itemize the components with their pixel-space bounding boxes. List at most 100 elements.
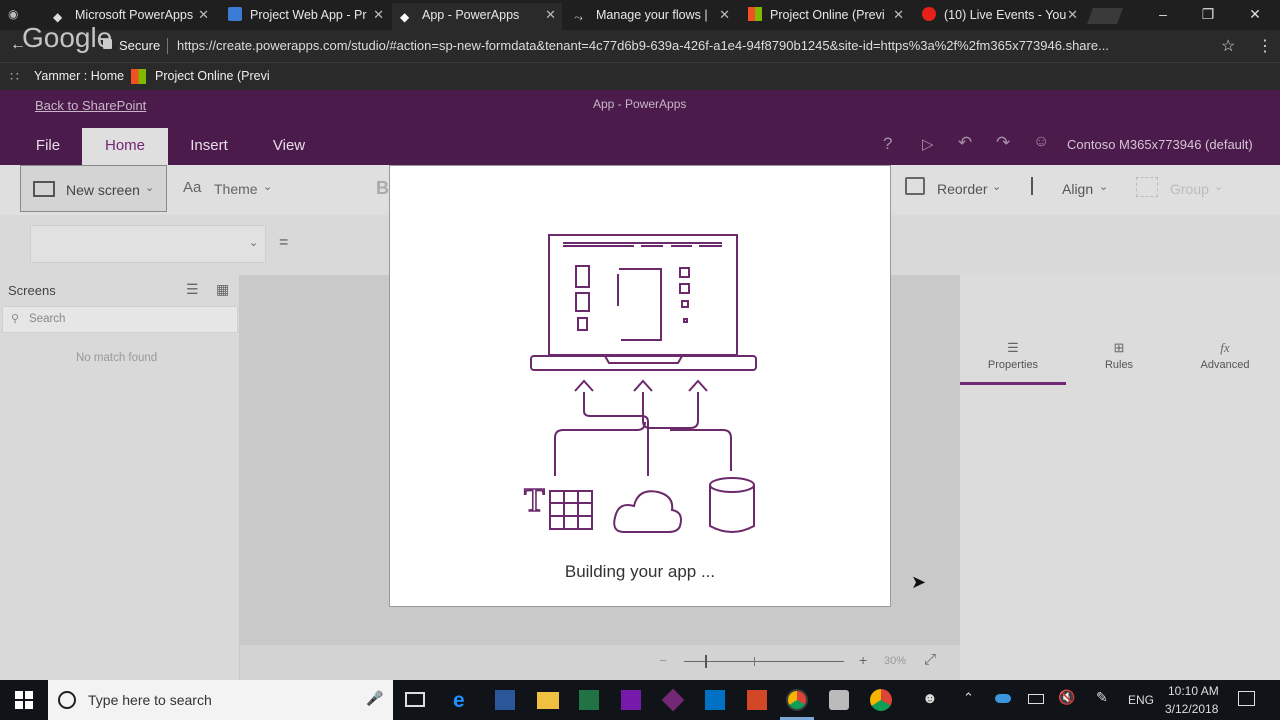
clock-date[interactable]: 3/12/2018 xyxy=(1165,702,1218,716)
tab-live-events[interactable]: (10) Live Events - You ✕ xyxy=(914,3,1084,30)
close-tab-icon[interactable]: ✕ xyxy=(1067,3,1078,27)
close-tab-icon[interactable]: ✕ xyxy=(545,3,556,27)
menu-home[interactable]: Home xyxy=(82,128,168,165)
text-glyph-icon: T xyxy=(524,482,545,519)
chevron-down-icon: ⌄ xyxy=(1214,181,1224,193)
chevron-down-icon: ⌄ xyxy=(263,181,273,193)
help-icon[interactable]: ? xyxy=(883,134,892,154)
close-tab-icon[interactable]: ✕ xyxy=(373,3,384,27)
tab-manage-flows[interactable]: ⤳ Manage your flows | ✕ xyxy=(566,3,736,30)
tab-label: Rules xyxy=(1104,359,1134,371)
fx-icon: fx xyxy=(1220,340,1230,355)
powerapps-icon: ◆ xyxy=(400,10,410,24)
search-box[interactable]: ⚲ Search xyxy=(2,306,238,333)
close-tab-icon[interactable]: ✕ xyxy=(198,3,209,27)
no-match-text: No match found xyxy=(76,352,158,364)
tab-properties[interactable]: ☰ Properties xyxy=(960,340,1066,385)
tab-project-online[interactable]: Project Online (Previ ✕ xyxy=(740,3,910,30)
cursor-icon: ➤ xyxy=(911,572,927,592)
tab-project-web-app[interactable]: Project Web App - Pr ✕ xyxy=(220,3,390,30)
zoom-out-button[interactable]: − xyxy=(659,652,667,668)
close-window-icon[interactable]: ✕ xyxy=(1245,6,1265,23)
bookmark-yammer[interactable]: Yammer : Home xyxy=(34,69,124,83)
undo-icon[interactable]: ↶ xyxy=(958,133,972,153)
back-to-sharepoint-link[interactable]: Back to SharePoint xyxy=(35,98,146,113)
tab-label: Project Web App - Pr xyxy=(250,8,367,22)
url-field[interactable]: https://create.powerapps.com/studio/#act… xyxy=(177,38,1207,53)
excel-icon[interactable] xyxy=(579,690,599,710)
file-explorer-icon[interactable] xyxy=(537,692,559,709)
windows-icon xyxy=(748,7,762,21)
fit-to-window-icon[interactable]: ⤢ xyxy=(924,651,936,668)
redo-icon[interactable]: ↷ xyxy=(996,133,1010,153)
people-icon[interactable]: ☻ xyxy=(922,690,938,707)
cortana-icon xyxy=(58,691,76,709)
tab-app-powerapps[interactable]: ◆ App - PowerApps ✕ xyxy=(392,3,562,30)
clock-time[interactable]: 10:10 AM xyxy=(1168,684,1219,698)
tab-label: Advanced xyxy=(1200,359,1250,371)
zoom-in-button[interactable]: + xyxy=(859,652,867,668)
new-screen-button[interactable]: New screen ⌄ xyxy=(20,165,167,212)
onedrive-icon[interactable] xyxy=(995,694,1011,703)
onenote-icon[interactable] xyxy=(621,690,641,710)
search-icon: ⚲ xyxy=(11,313,20,325)
windows-taskbar: Type here to search 🎤 e ☻ ⌃ 🔇 ✎ ENG 10:1… xyxy=(0,680,1280,720)
user-icon[interactable]: ☺ xyxy=(1033,133,1049,151)
taskbar-search-box[interactable]: Type here to search 🎤 xyxy=(48,680,393,720)
powerapps-taskbar-icon[interactable] xyxy=(661,688,685,712)
word-icon[interactable] xyxy=(495,690,515,710)
chevron-up-icon[interactable]: ⌃ xyxy=(963,690,974,706)
volume-muted-icon[interactable]: 🔇 xyxy=(1058,689,1075,706)
bookmarks-bar: ∷ Yammer : Home Project Online (Previ xyxy=(0,62,1280,90)
incognito-icon: ◉ xyxy=(8,7,19,21)
microphone-icon[interactable]: 🎤 xyxy=(366,690,383,707)
outlook-icon[interactable] xyxy=(705,690,725,710)
environment-name[interactable]: Contoso M365x773946 (default) xyxy=(1067,137,1253,152)
battery-icon[interactable] xyxy=(1028,694,1044,704)
apps-icon[interactable]: ∷ xyxy=(10,68,19,85)
property-dropdown[interactable]: ⌄ xyxy=(30,225,266,263)
tab-advanced[interactable]: fx Advanced xyxy=(1172,340,1278,385)
start-icon[interactable] xyxy=(15,691,33,709)
chrome-icon[interactable] xyxy=(870,689,892,711)
new-tab-button[interactable] xyxy=(1087,8,1123,24)
zoom-slider-thumb[interactable] xyxy=(705,655,707,668)
edge-icon[interactable]: e xyxy=(453,689,465,713)
pen-icon[interactable]: ✎ xyxy=(1096,689,1108,706)
group-button[interactable]: Group xyxy=(1170,181,1209,197)
menu-dots-icon[interactable]: ⋮ xyxy=(1257,36,1273,56)
close-tab-icon[interactable]: ✕ xyxy=(893,3,904,27)
notifications-icon[interactable] xyxy=(1238,691,1255,706)
chevron-down-icon: ⌄ xyxy=(145,182,155,194)
bookmark-project-online[interactable]: Project Online (Previ xyxy=(155,69,270,83)
windows-icon xyxy=(131,69,146,84)
language-indicator[interactable]: ENG xyxy=(1128,693,1154,707)
paint-icon[interactable] xyxy=(829,690,849,710)
google-logo: Google xyxy=(22,22,113,53)
building-message: Building your app ... xyxy=(564,562,716,581)
grid-view-icon[interactable]: ▦ xyxy=(216,281,229,298)
building-app-illustration: T xyxy=(523,234,757,533)
play-icon[interactable]: ▷ xyxy=(922,135,934,153)
font-bold-partial[interactable]: B xyxy=(376,178,389,199)
star-icon[interactable]: ☆ xyxy=(1221,36,1235,56)
list-view-icon[interactable]: ☰ xyxy=(186,281,199,298)
flow-icon: ⤳ xyxy=(574,12,583,24)
close-tab-icon[interactable]: ✕ xyxy=(719,3,730,27)
restore-icon[interactable]: ❐ xyxy=(1198,6,1218,23)
task-view-icon[interactable] xyxy=(405,692,425,707)
menu-label: Home xyxy=(104,137,145,154)
reorder-button[interactable]: Reorder xyxy=(937,181,988,197)
powerpoint-icon[interactable] xyxy=(747,690,767,710)
app-header: Back to SharePoint App - PowerApps File … xyxy=(0,90,1280,165)
align-button[interactable]: Align xyxy=(1062,181,1093,197)
tab-rules[interactable]: ⊞ Rules xyxy=(1066,340,1172,385)
minimize-icon[interactable]: – xyxy=(1153,6,1173,22)
menu-file[interactable]: File xyxy=(22,128,74,165)
youtube-icon xyxy=(922,7,936,21)
menu-view[interactable]: View xyxy=(262,128,316,165)
theme-button[interactable]: Theme xyxy=(214,181,258,197)
chrome-icon[interactable] xyxy=(786,689,808,711)
zoom-slider[interactable] xyxy=(684,655,844,668)
menu-insert[interactable]: Insert xyxy=(180,128,238,165)
